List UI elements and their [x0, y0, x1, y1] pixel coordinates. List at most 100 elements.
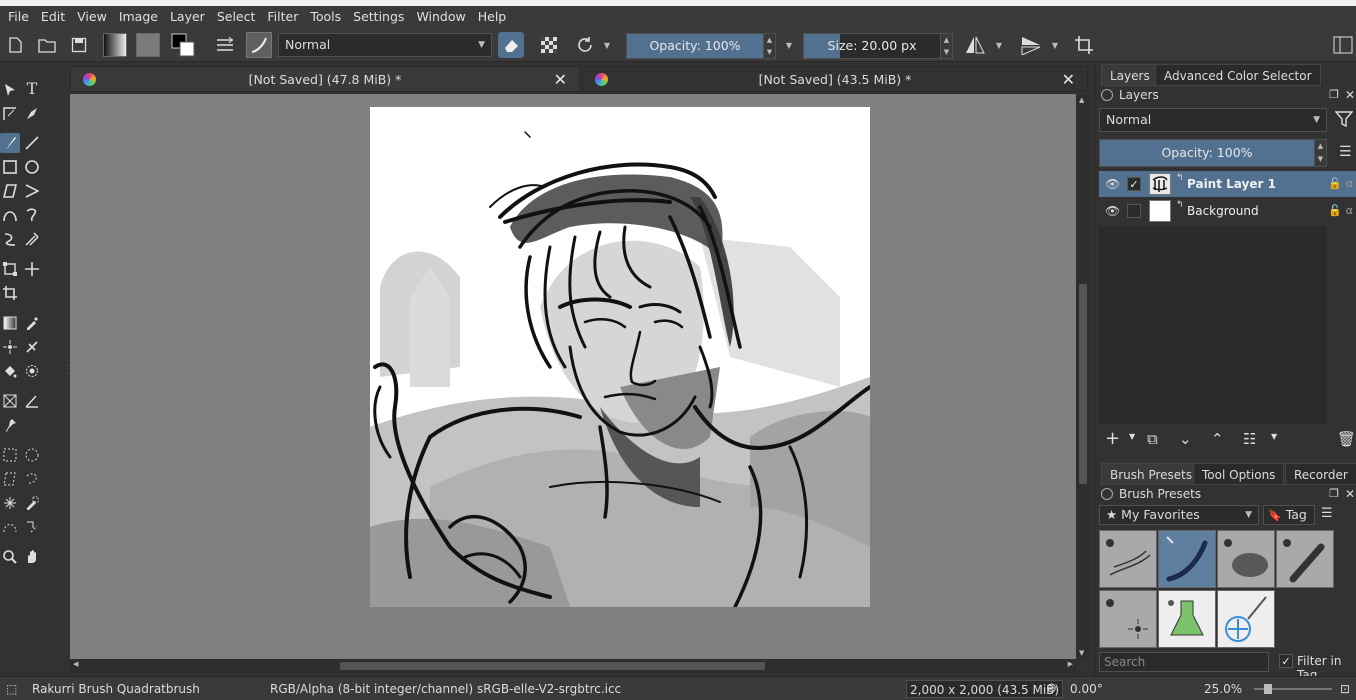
brush-preset-6[interactable] [1158, 590, 1216, 648]
move-tool-icon[interactable] [22, 259, 42, 279]
freehand-select-icon[interactable] [22, 469, 42, 489]
visibility-eye-icon[interactable]: 👁 [1105, 204, 1120, 218]
wrap-around-icon[interactable] [1071, 32, 1097, 58]
menu-file[interactable]: File [2, 6, 35, 28]
status-zoom[interactable]: 25.0% [1204, 677, 1242, 700]
polyline-tool-icon[interactable] [22, 181, 42, 201]
move-layer-down-icon[interactable]: ⌄ [1179, 430, 1192, 448]
menu-image[interactable]: Image [113, 6, 164, 28]
ellipse-select-icon[interactable] [22, 445, 42, 465]
measure-tool-icon[interactable] [22, 391, 42, 411]
filter-icon[interactable] [1334, 110, 1354, 131]
scroll-left-icon[interactable]: ◀ [73, 660, 78, 668]
vertical-scroll-thumb[interactable] [1079, 284, 1087, 484]
move-layer-up-icon[interactable]: ⌃ [1211, 430, 1224, 448]
open-document-icon[interactable] [34, 32, 60, 58]
text-tool-icon[interactable]: T [22, 78, 42, 98]
preset-search-input[interactable]: Search [1099, 652, 1269, 672]
layer-properties-icons[interactable]: 🔓α [1328, 177, 1356, 190]
zoom-slider-handle[interactable] [1264, 684, 1272, 694]
brush-preset-1[interactable] [1099, 530, 1157, 588]
crop-tool-icon[interactable] [0, 283, 20, 303]
alpha-lock-icon[interactable] [536, 32, 562, 58]
rectangle-tool-icon[interactable] [0, 157, 20, 177]
tab-tool-options[interactable]: Tool Options [1193, 463, 1285, 485]
tag-button[interactable]: 🔖 Tag [1263, 505, 1315, 525]
gradient-tool-icon[interactable] [0, 313, 20, 333]
chevron-down-icon[interactable]: ▼ [600, 32, 614, 58]
brush-preset-2[interactable] [1158, 530, 1216, 588]
pattern-swatch-icon[interactable] [135, 32, 161, 58]
smart-patch-icon[interactable] [0, 337, 20, 357]
close-icon[interactable]: ✕ [1345, 485, 1355, 503]
opacity-slider[interactable]: Opacity: 100% ▲ ▼ [626, 33, 776, 59]
tab-advanced-color-selector[interactable]: Advanced Color Selector [1155, 64, 1321, 86]
gradient-swatch-icon[interactable] [102, 32, 128, 58]
canvas-viewport[interactable] [70, 94, 1076, 659]
blend-mode-select[interactable]: Normal ▼ [278, 33, 492, 57]
layer-checkbox[interactable]: ✓ [1127, 177, 1141, 191]
tab-recorder[interactable]: Recorder [1285, 463, 1356, 485]
rotation-icon[interactable]: ⊖ [1046, 677, 1057, 700]
horizontal-scrollbar[interactable]: ◀ ▶ [70, 659, 1076, 673]
polygon-select-icon[interactable] [0, 469, 20, 489]
eraser-toggle-icon[interactable] [498, 32, 524, 58]
bezier-tool-icon[interactable] [0, 205, 20, 225]
layer-row-paint-layer-1[interactable]: 👁 ✓ ↰ Paint Layer 1 🔓α [1099, 171, 1356, 197]
duplicate-layer-icon[interactable]: ⧉ [1147, 430, 1158, 448]
vertical-scrollbar[interactable]: ▲ ▼ [1076, 94, 1090, 659]
enclose-fill-icon[interactable] [22, 361, 42, 381]
magnetic-select-icon[interactable] [22, 517, 42, 537]
zoom-tool-icon[interactable] [0, 547, 20, 567]
layer-properties-icons[interactable]: 🔓α [1328, 204, 1356, 217]
new-document-icon[interactable] [2, 32, 28, 58]
tab-brush-presets[interactable]: Brush Presets [1101, 463, 1202, 485]
fill-tool-icon[interactable] [0, 361, 20, 381]
drawing-canvas[interactable] [370, 107, 870, 607]
close-icon[interactable]: ✕ [554, 70, 567, 89]
layer-blend-mode-select[interactable]: Normal ▼ [1099, 108, 1327, 132]
layer-list-empty-area[interactable] [1099, 226, 1327, 424]
brush-preset-4[interactable] [1276, 530, 1334, 588]
layer-menu-icon[interactable]: ☰ [1339, 144, 1352, 160]
brush-preset-icon[interactable] [246, 32, 272, 58]
fit-view-icon[interactable]: ⊡ [1340, 677, 1350, 700]
scroll-down-icon[interactable]: ▼ [1079, 649, 1084, 657]
horizontal-scroll-thumb[interactable] [340, 662, 765, 670]
tab-layers[interactable]: Layers [1101, 64, 1159, 86]
scroll-up-icon[interactable]: ▲ [1079, 96, 1084, 104]
chevron-down-icon[interactable]: ▼ [992, 32, 1006, 58]
chevron-down-icon[interactable]: ▼ [1271, 432, 1277, 441]
document-tab-1[interactable]: [Not Saved] (47.8 MiB) * ✕ [70, 66, 580, 92]
layer-properties-icon[interactable]: ☷ [1243, 430, 1256, 448]
menu-view[interactable]: View [71, 6, 113, 28]
size-spin-buttons[interactable]: ▲ ▼ [940, 34, 952, 58]
menu-select[interactable]: Select [211, 6, 262, 28]
calligraphy-icon[interactable] [22, 104, 42, 124]
scroll-right-icon[interactable]: ▶ [1068, 660, 1073, 668]
line-tool-icon[interactable] [22, 133, 42, 153]
filter-in-tag-checkbox[interactable]: ✓ [1279, 654, 1293, 668]
mirror-horizontal-icon[interactable] [962, 32, 988, 58]
chevron-down-icon[interactable]: ▼ [1048, 32, 1062, 58]
select-shapes-icon[interactable] [0, 80, 20, 100]
assistant-tool-icon[interactable] [22, 337, 42, 357]
menu-layer[interactable]: Layer [164, 6, 211, 28]
toolbox-resize-handle[interactable]: · · · · [66, 358, 69, 378]
color-picker-icon[interactable] [22, 313, 42, 333]
menu-help[interactable]: Help [472, 6, 513, 28]
reload-preset-icon[interactable] [572, 32, 598, 58]
menu-window[interactable]: Window [410, 6, 471, 28]
ellipse-tool-icon[interactable] [22, 157, 42, 177]
polygon-tool-icon[interactable] [0, 181, 20, 201]
lock-icon[interactable] [1101, 89, 1113, 101]
similar-select-icon[interactable] [22, 493, 42, 513]
size-slider[interactable]: Size: 20.00 px ▲ ▼ [803, 33, 953, 59]
close-icon[interactable]: ✕ [1062, 70, 1075, 89]
layer-row-background[interactable]: 👁 ↰ Background 🔓α [1099, 198, 1356, 224]
workspace-icon[interactable] [212, 32, 238, 58]
contiguous-select-icon[interactable] [0, 493, 20, 513]
opacity-spin-buttons[interactable]: ▲ ▼ [763, 34, 775, 58]
delete-layer-icon[interactable]: 🗑 [1337, 430, 1356, 448]
chevron-down-icon[interactable]: ▼ [782, 32, 796, 58]
